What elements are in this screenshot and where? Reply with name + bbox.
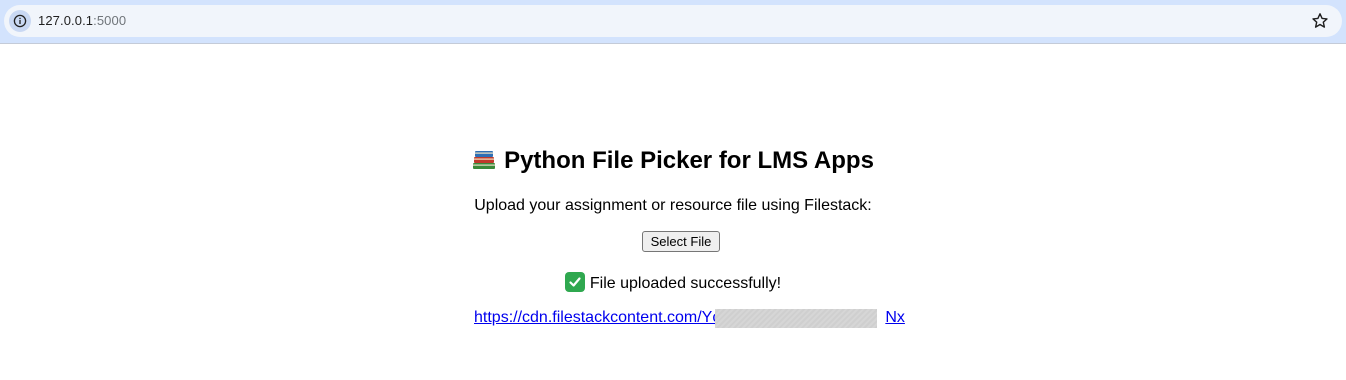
upload-status: File uploaded successfully!	[0, 272, 1346, 294]
redacted-region	[715, 309, 877, 328]
info-icon[interactable]	[9, 10, 31, 32]
page-title-text: Python File Picker for LMS Apps	[504, 147, 874, 174]
page-content: Python File Picker for LMS Apps Upload y…	[0, 45, 1346, 380]
books-emoji-icon	[472, 147, 496, 169]
url-port: :5000	[93, 13, 127, 28]
select-file-button[interactable]: Select File	[642, 231, 720, 252]
file-link-tail: Nx	[885, 309, 905, 326]
page-title: Python File Picker for LMS Apps	[0, 145, 1346, 177]
upload-instructions: Upload your assignment or resource file …	[474, 197, 872, 214]
browser-toolbar: 127.0.0.1:5000	[0, 0, 1346, 44]
star-icon[interactable]	[1310, 11, 1330, 31]
address-bar[interactable]: 127.0.0.1:5000	[4, 5, 1342, 37]
upload-status-text: File uploaded successfully!	[589, 275, 782, 292]
url-host: 127.0.0.1	[38, 13, 94, 28]
url-text[interactable]: 127.0.0.1:5000	[38, 13, 126, 29]
file-link-text: https://cdn.filestackcontent.com/Yc	[474, 309, 721, 326]
check-mark-icon	[564, 272, 585, 292]
